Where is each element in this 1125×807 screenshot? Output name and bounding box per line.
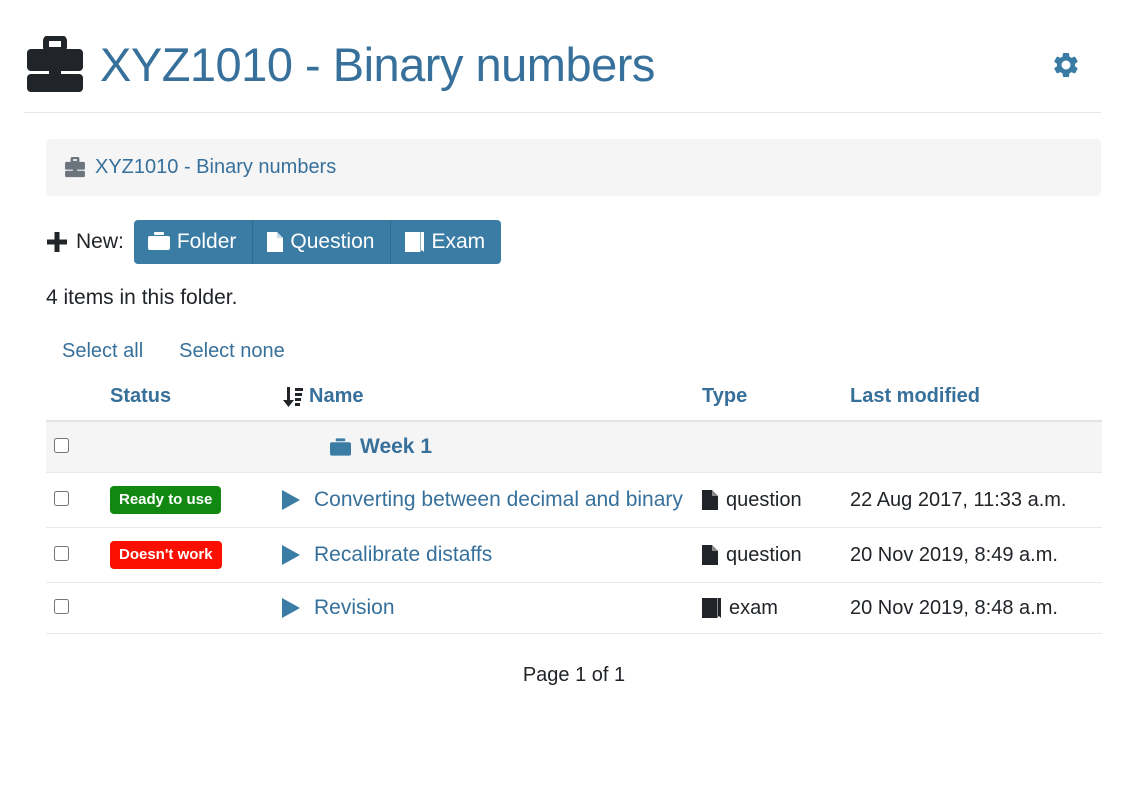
page-root: XYZ1010 - Binary numbers XYZ1010 - Binar… bbox=[0, 0, 1125, 807]
play-icon[interactable] bbox=[282, 598, 300, 618]
new-folder-label: Folder bbox=[176, 230, 237, 253]
select-all-link[interactable]: Select all bbox=[62, 340, 143, 363]
header-last-modified[interactable]: Last modified bbox=[842, 379, 1102, 422]
row-checkbox[interactable] bbox=[54, 598, 69, 614]
row-checkbox-cell bbox=[46, 527, 102, 583]
new-question-button[interactable]: Question bbox=[253, 220, 392, 264]
row-name-cell: Converting between decimal and binary bbox=[274, 472, 694, 528]
page-header: XYZ1010 - Binary numbers bbox=[24, 0, 1101, 112]
row-checkbox-cell bbox=[46, 582, 102, 634]
header-name-label: Name bbox=[309, 385, 364, 407]
row-folder-link[interactable]: Week 1 bbox=[360, 435, 432, 459]
table-row[interactable]: Ready to use Converting between decimal … bbox=[46, 472, 1102, 528]
table-row[interactable]: Doesn't work Recalibrate distaffs questi… bbox=[46, 527, 1102, 583]
file-icon bbox=[702, 490, 718, 510]
header-type[interactable]: Type bbox=[694, 379, 842, 422]
item-count: 4 items in this folder. bbox=[46, 286, 238, 309]
new-label: New: bbox=[76, 230, 124, 253]
row-checkbox[interactable] bbox=[54, 545, 69, 561]
table-head: Status Name Type Last modified bbox=[46, 379, 1102, 422]
row-status-cell bbox=[102, 421, 274, 473]
new-exam-button[interactable]: Exam bbox=[391, 220, 502, 264]
row-checkbox-cell bbox=[46, 421, 102, 473]
new-button-group: Folder Question Exam bbox=[133, 220, 502, 264]
new-exam-label: Exam bbox=[431, 230, 486, 253]
row-name-cell: Week 1 bbox=[274, 421, 694, 473]
row-name-cell: Revision bbox=[274, 582, 694, 634]
folder-icon bbox=[147, 232, 170, 251]
table-body: Week 1 Ready to use Converting between d… bbox=[46, 421, 1102, 634]
header-divider bbox=[24, 112, 1101, 113]
row-item-link[interactable]: Recalibrate distaffs bbox=[314, 543, 492, 567]
row-last-modified-cell bbox=[842, 421, 1102, 473]
briefcase-icon bbox=[24, 34, 86, 99]
sort-amount-down-icon bbox=[282, 386, 304, 407]
breadcrumb: XYZ1010 - Binary numbers bbox=[46, 139, 1101, 196]
row-status-cell: Ready to use bbox=[102, 472, 274, 528]
row-item-link[interactable]: Revision bbox=[314, 596, 395, 620]
row-type-cell: question bbox=[694, 527, 842, 583]
row-name-cell: Recalibrate distaffs bbox=[274, 527, 694, 583]
row-item-link[interactable]: Converting between decimal and binary bbox=[314, 488, 683, 512]
header-name[interactable]: Name bbox=[274, 379, 694, 422]
table-row[interactable]: Revision exam 20 Nov 2019, 8:48 a.m. bbox=[46, 582, 1102, 634]
row-checkbox-cell bbox=[46, 472, 102, 528]
pager-label: Page 1 of 1 bbox=[522, 664, 626, 686]
gear-icon[interactable] bbox=[1051, 50, 1081, 80]
header-checkbox bbox=[46, 379, 102, 422]
new-item-toolbar: New: Folder Question Exam bbox=[46, 220, 1101, 264]
row-type-cell bbox=[694, 421, 842, 473]
plus-icon bbox=[46, 231, 68, 253]
breadcrumb-item-folder[interactable]: XYZ1010 - Binary numbers bbox=[95, 156, 336, 179]
row-type-cell: exam bbox=[694, 582, 842, 634]
row-status-cell: Doesn't work bbox=[102, 527, 274, 583]
book-icon bbox=[702, 598, 721, 618]
items-table: Status Name Type Last modified Week 1 Re… bbox=[46, 379, 1102, 634]
new-folder-button[interactable]: Folder bbox=[133, 220, 254, 264]
file-icon bbox=[267, 231, 284, 252]
row-status-cell bbox=[102, 582, 274, 634]
new-question-label: Question bbox=[290, 230, 375, 253]
header-status[interactable]: Status bbox=[102, 379, 274, 422]
row-checkbox[interactable] bbox=[54, 437, 69, 453]
table-header-row: Status Name Type Last modified bbox=[46, 379, 1102, 422]
page-title: XYZ1010 - Binary numbers bbox=[100, 38, 655, 92]
status-badge: Doesn't work bbox=[110, 541, 222, 569]
play-icon[interactable] bbox=[282, 490, 300, 510]
row-type-label: question bbox=[726, 488, 802, 511]
folder-icon bbox=[330, 437, 351, 457]
row-last-modified: 20 Nov 2019, 8:48 a.m. bbox=[850, 596, 1058, 619]
row-checkbox[interactable] bbox=[54, 490, 69, 506]
row-last-modified: 20 Nov 2019, 8:49 a.m. bbox=[850, 543, 1058, 566]
file-icon bbox=[702, 545, 718, 565]
select-none-link[interactable]: Select none bbox=[179, 340, 285, 363]
row-last-modified-cell: 20 Nov 2019, 8:48 a.m. bbox=[842, 582, 1102, 634]
book-icon bbox=[405, 231, 425, 252]
select-links: Select all Select none bbox=[62, 340, 1101, 363]
row-type-label: exam bbox=[729, 596, 778, 619]
row-last-modified: 22 Aug 2017, 11:33 a.m. bbox=[850, 488, 1067, 511]
table-row[interactable]: Week 1 bbox=[46, 421, 1102, 473]
row-last-modified-cell: 20 Nov 2019, 8:49 a.m. bbox=[842, 527, 1102, 583]
row-type-label: question bbox=[726, 543, 802, 566]
play-icon[interactable] bbox=[282, 545, 300, 565]
row-type-cell: question bbox=[694, 472, 842, 528]
briefcase-icon bbox=[64, 157, 86, 178]
row-last-modified-cell: 22 Aug 2017, 11:33 a.m. bbox=[842, 472, 1102, 528]
status-badge: Ready to use bbox=[110, 486, 222, 514]
